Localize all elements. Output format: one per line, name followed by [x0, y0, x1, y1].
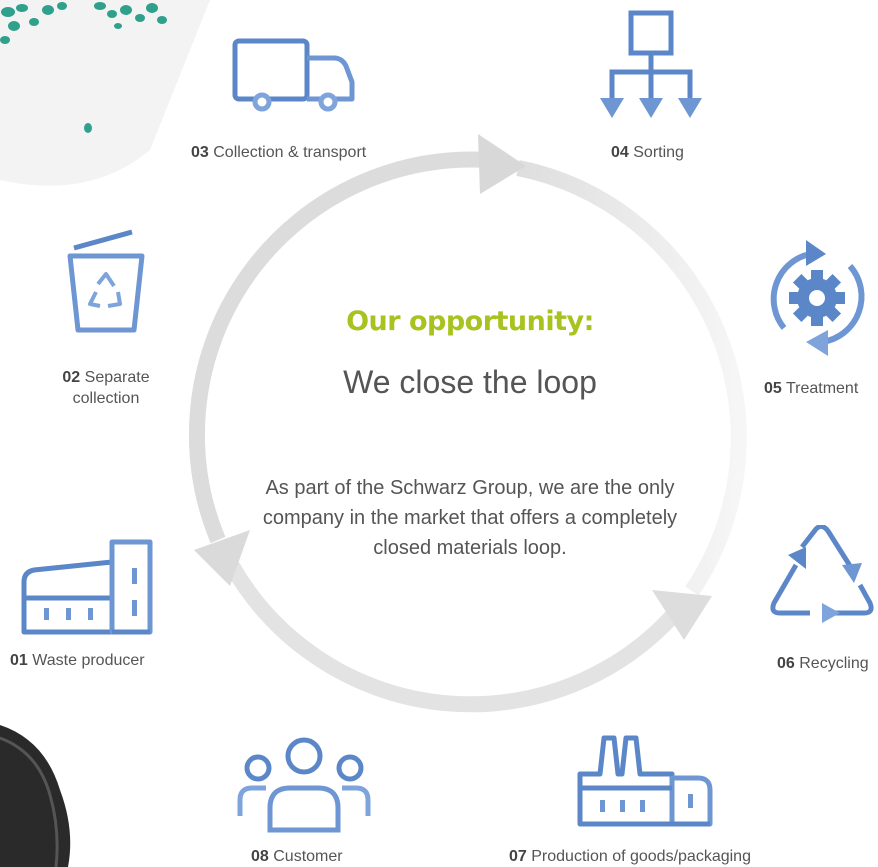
granules-decoration: [0, 0, 210, 186]
recycle-icon: [770, 525, 874, 623]
gear-cycle-icon: [770, 240, 865, 356]
step-07-label: 07 Production of goods/packaging: [509, 848, 751, 865]
sorting-hierarchy-icon: [600, 10, 702, 118]
background-graphics: [0, 0, 747, 867]
loop-circle: [188, 134, 747, 713]
step-01-label: 01 Waste producer: [10, 652, 145, 669]
center-title: Our opportunity:: [346, 306, 594, 337]
step-05-label: 05 Treatment: [764, 380, 859, 397]
loop-arrow-top: [478, 134, 526, 194]
factory-icon: [21, 539, 153, 635]
recycling-bin-icon: [67, 229, 145, 333]
truck-icon: [232, 38, 355, 112]
people-group-icon: [237, 737, 371, 833]
center-description: As part of the Schwarz Group, we are the…: [262, 477, 678, 559]
production-plant-icon: [577, 735, 713, 827]
step-08-label: 08 Customer: [251, 848, 343, 865]
step-03-label: 03 Collection & transport: [191, 144, 367, 161]
step-06-label: 06 Recycling: [777, 655, 869, 672]
bin-decoration: [0, 725, 71, 867]
center-subtitle: We close the loop: [343, 364, 597, 400]
step-02-label: 02 Separate collection: [62, 369, 150, 407]
step-04-label: 04 Sorting: [611, 144, 684, 161]
